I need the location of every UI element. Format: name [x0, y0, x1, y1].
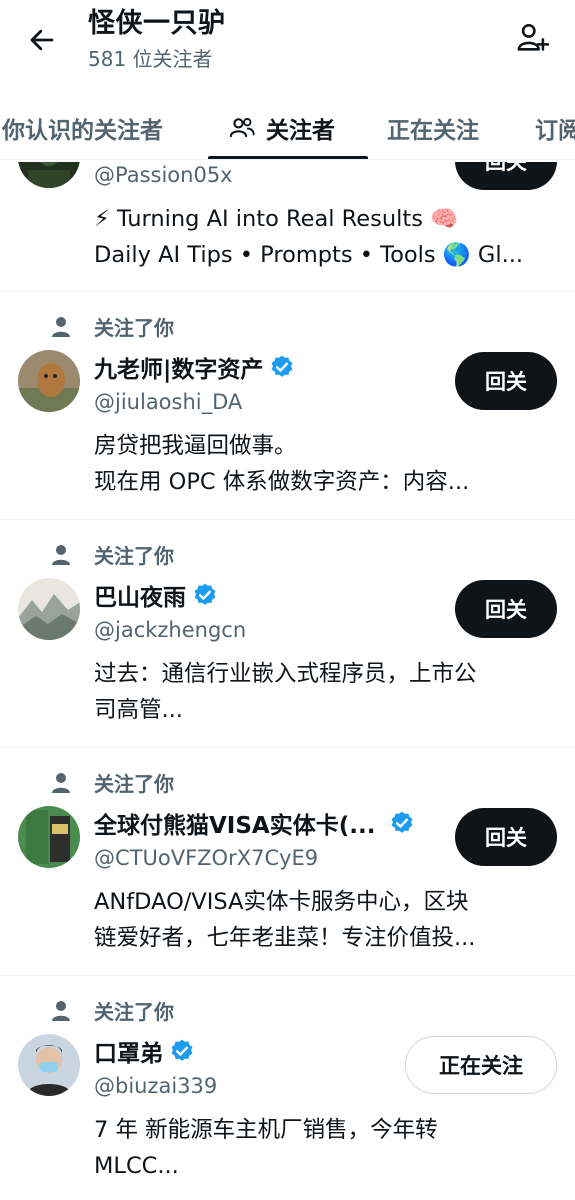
bio-line: ⚡ Turning AI into Real Results 🧠: [94, 206, 459, 232]
followed-you-row: 关注了你: [50, 996, 174, 1025]
page-title: 怪侠一只驴: [88, 8, 226, 39]
tab-label: 关注者: [266, 118, 335, 144]
follower-count: 581 位关注者: [88, 47, 213, 71]
bio-line: 司高管...: [94, 697, 183, 723]
followed-you-label: 关注了你: [94, 772, 174, 796]
user-name[interactable]: 九老师|数字资产: [94, 350, 263, 384]
followed-you-label: 关注了你: [94, 544, 174, 568]
back-arrow-icon: [30, 29, 54, 51]
person-icon: [50, 772, 72, 794]
following-button[interactable]: 正在关注: [405, 1036, 557, 1094]
person-icon: [50, 1000, 72, 1022]
user-name[interactable]: 巴山夜雨: [94, 578, 186, 612]
people-icon: [228, 114, 256, 142]
followed-you-label: 关注了你: [94, 316, 174, 340]
avatar[interactable]: [18, 1034, 80, 1096]
verified-badge-icon: [272, 355, 293, 377]
tab-followers-you-know[interactable]: 你认识的关注者: [2, 96, 163, 159]
followed-you-row: 关注了你: [50, 540, 174, 569]
tab-label: 订阅: [535, 118, 575, 144]
list-item[interactable]: 关注了你 巴山夜雨 @jackzhengcn 过去：通信行业嵌入式程序员，上市公…: [0, 520, 575, 748]
back-button[interactable]: [24, 22, 60, 58]
bio-line: 7 年 新能源车主机厂销售，今年转: [94, 1117, 438, 1143]
name-row: 全球付熊猫VISA实体卡(...: [94, 806, 415, 840]
user-name[interactable]: 全球付熊猫VISA实体卡(...: [94, 806, 375, 840]
follow-back-button[interactable]: 回关: [455, 580, 557, 638]
bio-line: ANfDAO/VISA实体卡服务中心，区块: [94, 889, 469, 915]
bio-line: Daily AI Tips • Prompts • Tools 🌎 Gl...: [94, 242, 524, 268]
list-item[interactable]: 关注了你 九老师|数字资产 @jiulaoshi_DA 房贷把我逼回做事。 现在…: [0, 292, 575, 520]
user-bio: 过去：通信行业嵌入式程序员，上市公 司高管...: [94, 656, 554, 728]
active-tab-indicator: [208, 156, 368, 159]
name-row: 九老师|数字资产: [94, 350, 295, 384]
verified-badge-icon: [392, 811, 413, 833]
tab-followers[interactable]: 关注者: [228, 96, 335, 159]
profile-header: 怪侠一只驴 581 位关注者 你认识的关注者 关注者 正在关注 订阅: [0, 0, 575, 162]
verified-badge-icon: [171, 1039, 193, 1061]
name-row: 口罩弟: [94, 1034, 195, 1068]
user-handle: @biuzai339: [94, 1074, 218, 1098]
tab-subscriptions[interactable]: 订阅: [535, 96, 575, 159]
user-bio: 7 年 新能源车主机厂销售，今年转 MLCC...: [94, 1112, 554, 1184]
followed-you-row: 关注了你: [50, 312, 174, 341]
follow-back-button[interactable]: 回关: [455, 352, 557, 410]
name-row: 巴山夜雨: [94, 578, 218, 612]
tab-label: 正在关注: [387, 118, 479, 144]
followed-you-label: 关注了你: [94, 1000, 174, 1024]
follow-user-button[interactable]: [513, 18, 553, 58]
user-handle: @jiulaoshi_DA: [94, 390, 243, 414]
user-bio: ANfDAO/VISA实体卡服务中心，区块 链爱好者，七年老韭菜！专注价值投..…: [94, 884, 554, 956]
user-bio: 房贷把我逼回做事。 现在用 OPC 体系做数字资产：内容...: [94, 428, 554, 500]
list-item[interactable]: 关注了你 全球付熊猫VISA实体卡(... @CTUoVFZOrX7CyE9 A…: [0, 748, 575, 976]
avatar[interactable]: [18, 350, 80, 412]
add-user-icon: [517, 23, 550, 51]
bio-line: 房贷把我逼回做事。: [94, 433, 297, 459]
follow-back-button[interactable]: 回关: [455, 808, 557, 866]
person-icon: [50, 544, 72, 566]
tab-bar: 你认识的关注者 关注者 正在关注 订阅: [0, 96, 575, 160]
bio-line: 过去：通信行业嵌入式程序员，上市公: [94, 661, 477, 687]
tab-label: 你认识的关注者: [2, 118, 163, 144]
bio-line: 链爱好者，七年老韭菜！专注价值投...: [94, 925, 476, 951]
user-handle: @Passion05x: [94, 163, 233, 187]
user-handle: @CTUoVFZOrX7CyE9: [94, 846, 319, 870]
avatar[interactable]: [18, 578, 80, 640]
user-handle: @jackzhengcn: [94, 618, 247, 642]
bio-line: MLCC...: [94, 1153, 179, 1179]
avatar[interactable]: [18, 806, 80, 868]
user-name[interactable]: 口罩弟: [94, 1034, 163, 1068]
verified-badge-icon: [194, 583, 216, 605]
tab-following[interactable]: 正在关注: [387, 96, 479, 159]
followed-you-row: 关注了你: [50, 768, 174, 797]
title-block: 怪侠一只驴 581 位关注者: [88, 6, 226, 74]
person-icon: [50, 316, 72, 338]
list-item[interactable]: 关注了你 口罩弟 @biuzai339 7 年 新能源车主机厂销售，今年转 ML…: [0, 976, 575, 1200]
user-bio: ⚡ Turning AI into Real Results 🧠 Daily A…: [94, 201, 554, 273]
bio-line: 现在用 OPC 体系做数字资产：内容...: [94, 469, 470, 495]
